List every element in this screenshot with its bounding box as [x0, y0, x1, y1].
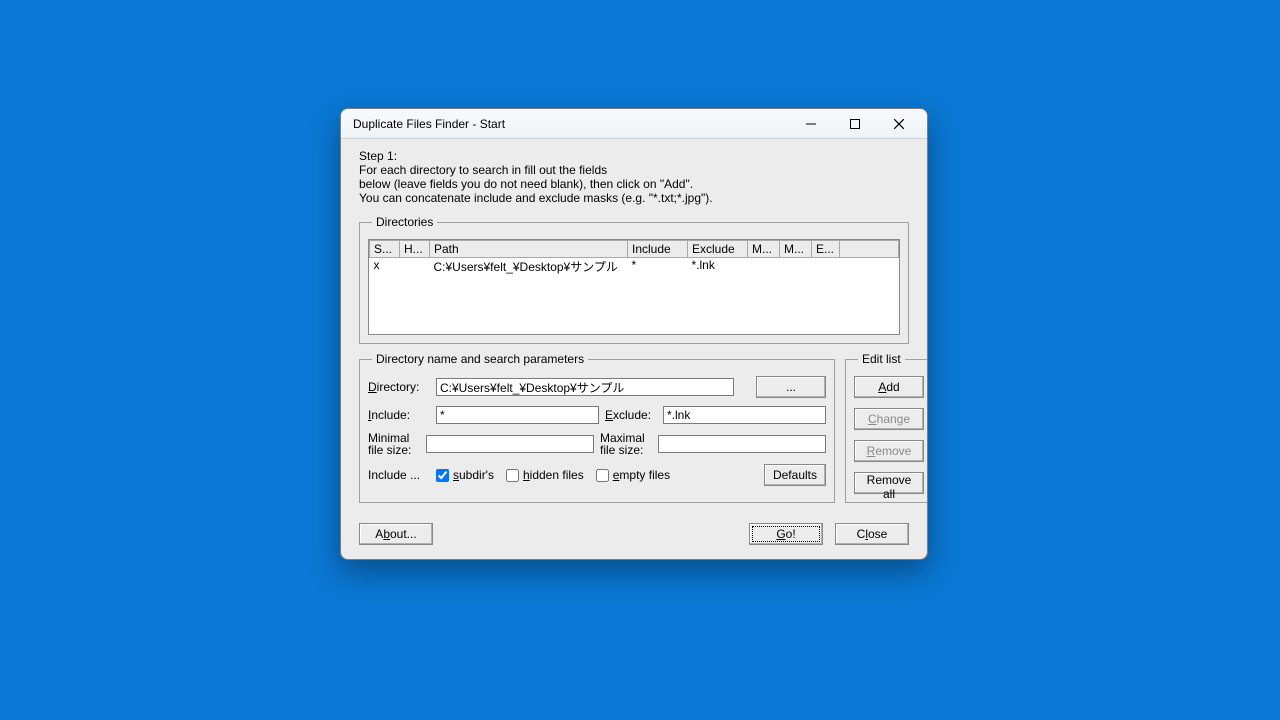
browse-button[interactable]: ...	[756, 376, 826, 398]
max-size-label: Maximalfile size:	[600, 432, 652, 456]
min-size-input[interactable]	[426, 435, 594, 453]
maximize-button[interactable]	[833, 110, 877, 138]
cell-m2	[780, 258, 812, 276]
include-input[interactable]	[436, 406, 599, 424]
instructions-line3: You can concatenate include and exclude …	[359, 191, 909, 205]
cell-s: x	[370, 258, 400, 276]
editlist-group: Edit list Add Change Remove Remove all	[845, 352, 928, 503]
add-button[interactable]: Add	[854, 376, 924, 398]
directories-legend: Directories	[372, 215, 437, 229]
remove-all-button[interactable]: Remove all	[854, 472, 924, 494]
subdirs-checkbox[interactable]: subdir's	[436, 468, 494, 482]
go-button[interactable]: Go!	[749, 523, 823, 545]
col-m2[interactable]: M...	[780, 241, 812, 258]
instructions-step: Step 1:	[359, 149, 909, 163]
directories-group: Directories S... H... Path Include	[359, 215, 909, 344]
cell-m1	[748, 258, 780, 276]
col-s[interactable]: S...	[370, 241, 400, 258]
dialog-window: Duplicate Files Finder - Start Step 1: F…	[340, 108, 928, 560]
hidden-checkbox[interactable]: hidden files	[506, 468, 584, 482]
col-include[interactable]: Include	[628, 241, 688, 258]
about-button[interactable]: About...	[359, 523, 433, 545]
max-size-input[interactable]	[658, 435, 826, 453]
col-e[interactable]: E...	[812, 241, 840, 258]
include-label: Include:	[368, 408, 430, 422]
directories-table[interactable]: S... H... Path Include Exclude M... M...…	[368, 239, 900, 335]
change-button[interactable]: Change	[854, 408, 924, 430]
client-area: Step 1: For each directory to search in …	[341, 139, 927, 559]
close-dialog-button[interactable]: Close	[835, 523, 909, 545]
editlist-legend: Edit list	[858, 352, 905, 366]
include-opts-label: Include ...	[368, 468, 430, 482]
col-exclude[interactable]: Exclude	[688, 241, 748, 258]
empty-checkbox[interactable]: empty files	[596, 468, 670, 482]
directory-label: Directory:	[368, 380, 430, 394]
instructions-line1: For each directory to search in fill out…	[359, 163, 909, 177]
cell-h	[400, 258, 430, 276]
footer: About... Go! Close	[359, 523, 909, 545]
min-size-label: Minimalfile size:	[368, 432, 420, 456]
col-m1[interactable]: M...	[748, 241, 780, 258]
table-header[interactable]: S... H... Path Include Exclude M... M...…	[370, 241, 899, 258]
defaults-button[interactable]: Defaults	[764, 464, 826, 486]
instructions: Step 1: For each directory to search in …	[359, 149, 909, 205]
instructions-line2: below (leave fields you do not need blan…	[359, 177, 909, 191]
col-blank[interactable]	[840, 241, 899, 258]
cell-exclude: *.lnk	[688, 258, 748, 276]
cell-e	[812, 258, 840, 276]
close-button[interactable]	[877, 110, 921, 138]
params-legend: Directory name and search parameters	[372, 352, 588, 366]
remove-button[interactable]: Remove	[854, 440, 924, 462]
window-title: Duplicate Files Finder - Start	[353, 117, 789, 131]
col-h[interactable]: H...	[400, 241, 430, 258]
titlebar[interactable]: Duplicate Files Finder - Start	[341, 109, 927, 139]
cell-path: C:¥Users¥felt_¥Desktop¥サンプル	[430, 258, 628, 276]
exclude-label: Exclude:	[605, 409, 657, 421]
directory-input[interactable]	[436, 378, 734, 396]
exclude-input[interactable]	[663, 406, 826, 424]
cell-include: *	[628, 258, 688, 276]
table-row[interactable]: x C:¥Users¥felt_¥Desktop¥サンプル * *.lnk	[370, 258, 899, 276]
col-path[interactable]: Path	[430, 241, 628, 258]
params-group: Directory name and search parameters Dir…	[359, 352, 835, 503]
minimize-button[interactable]	[789, 110, 833, 138]
